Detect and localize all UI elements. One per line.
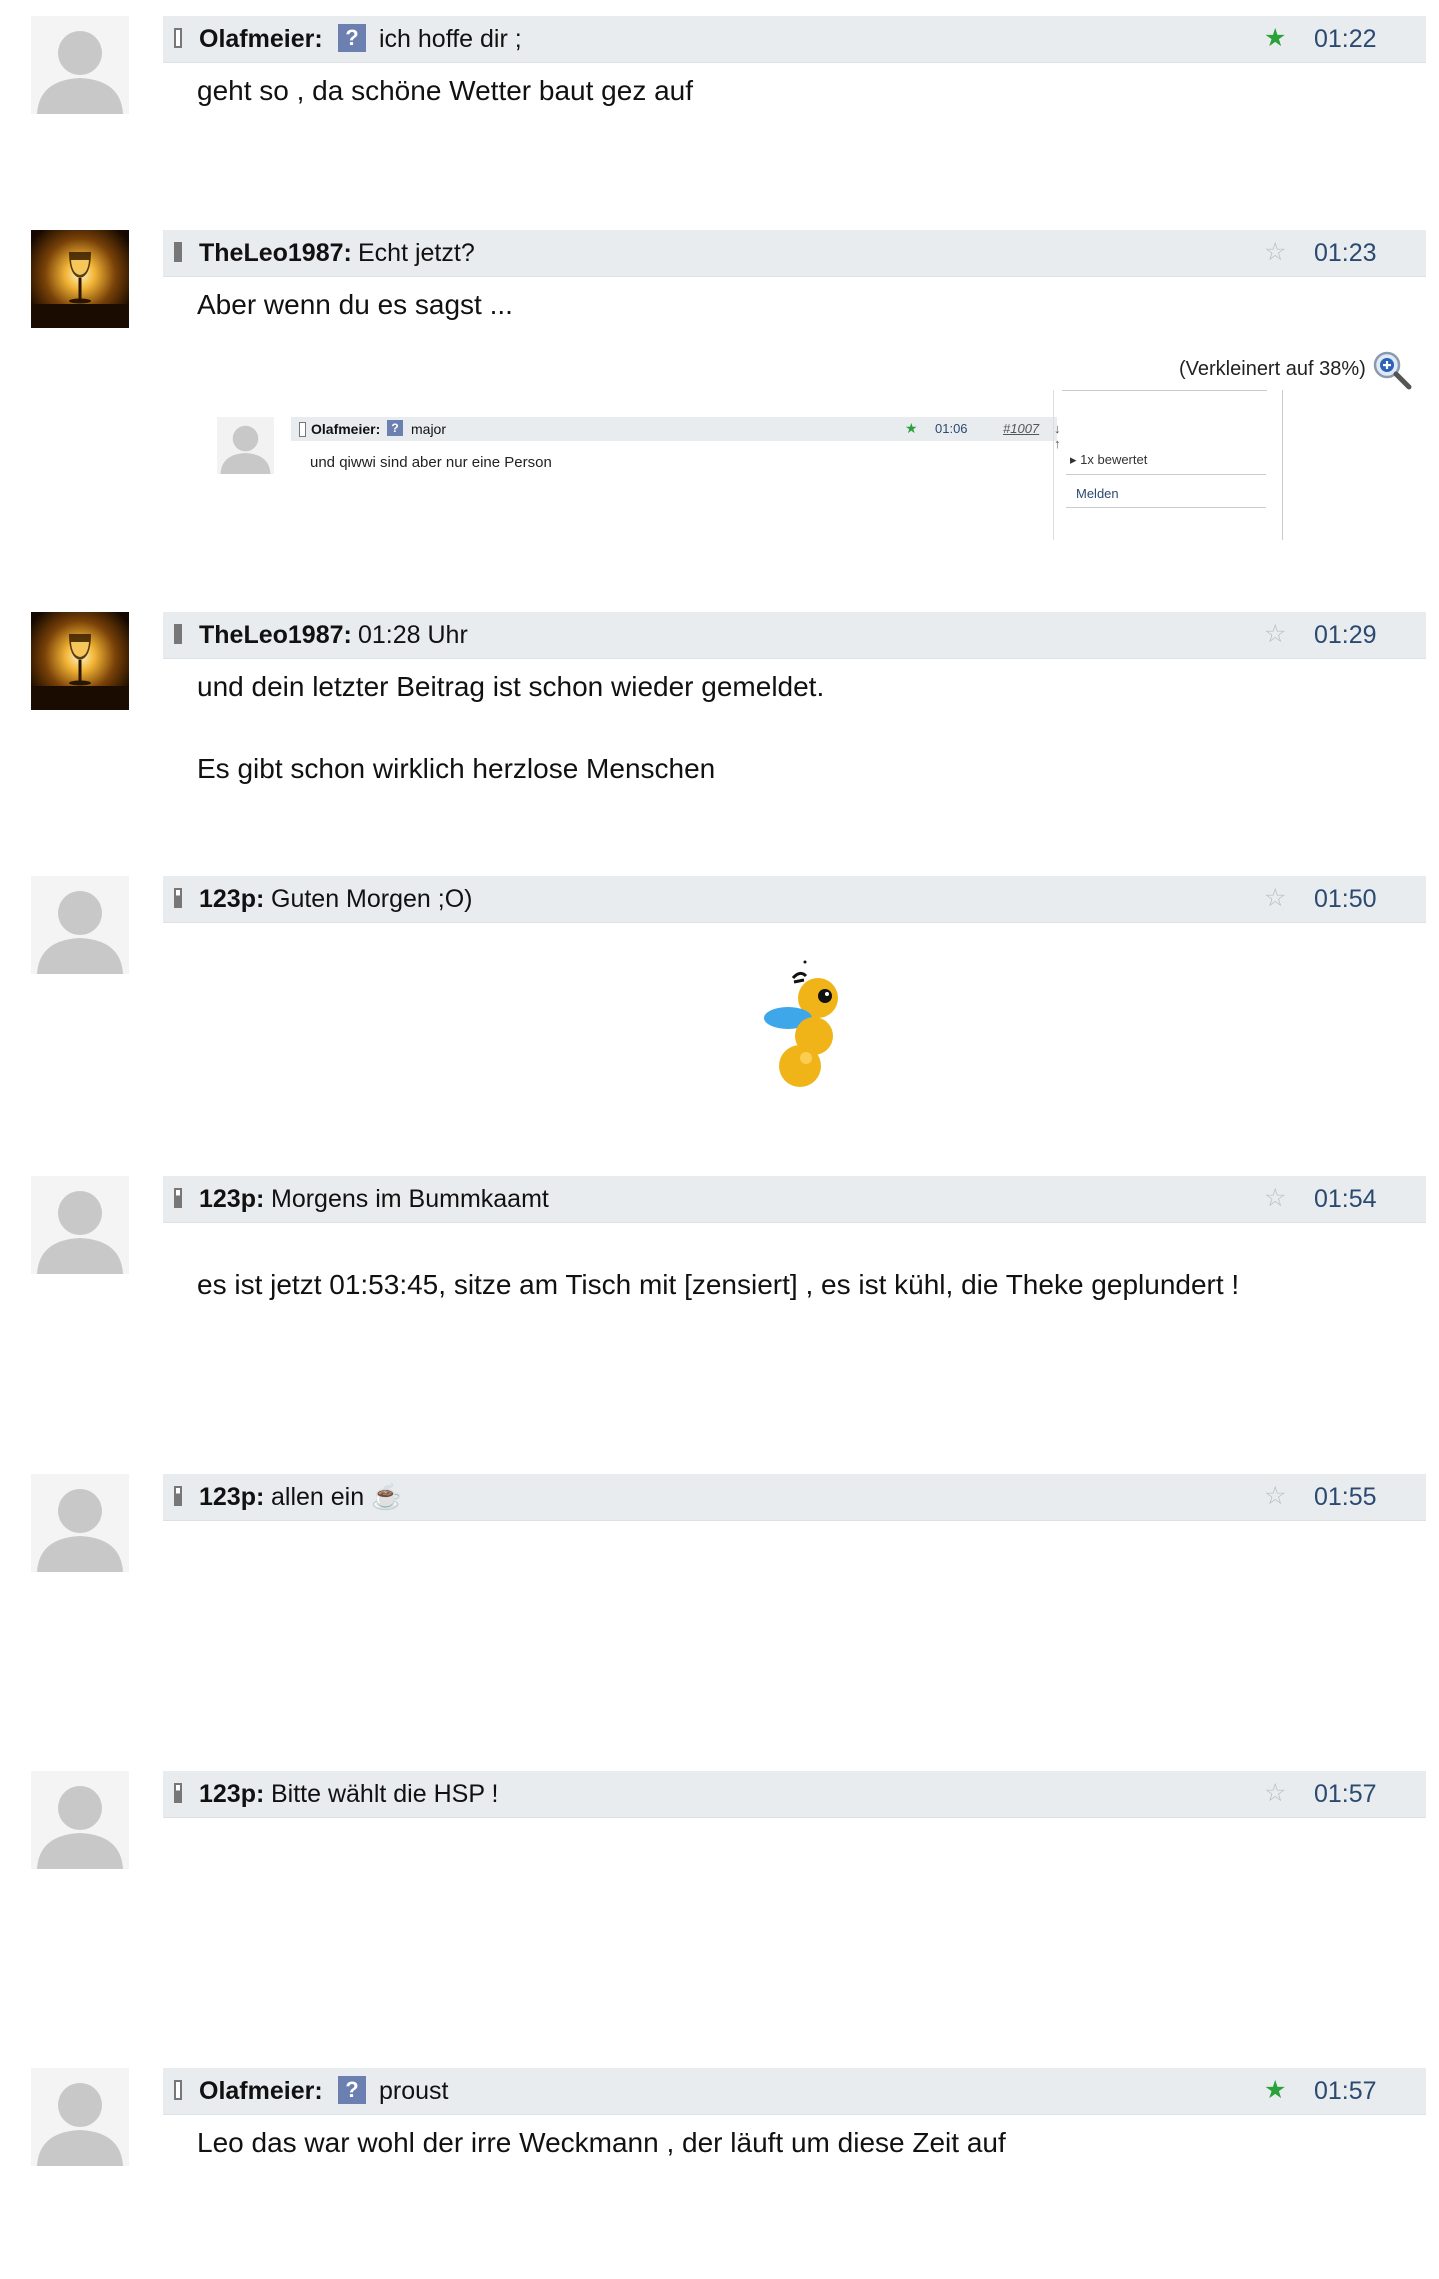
embedded-rating-text: 1x bewertet	[1080, 452, 1148, 467]
post-5: 123p: Morgens im Bummkaamt ☆ 01:54 es is…	[0, 1176, 1439, 1376]
embedded-body: und qiwwi sind aber nur eine Person	[310, 454, 552, 471]
post-header: 123p: Guten Morgen ;O) ☆ 01:50	[163, 876, 1426, 923]
username[interactable]: 123p:	[199, 1484, 264, 1510]
embedded-post-number: #1007	[1003, 421, 1040, 436]
post-header: 123p: Morgens im Bummkaamt ☆ 01:54	[163, 1176, 1426, 1223]
embedded-question-icon: ?	[387, 420, 403, 436]
post-time[interactable]: 01:29	[1314, 622, 1377, 648]
username[interactable]: 123p:	[199, 886, 264, 912]
embedded-divider	[1066, 474, 1266, 475]
star-empty-icon[interactable]: ☆	[1264, 239, 1286, 265]
post-body: es ist jetzt 01:53:45, sitze am Tisch mi…	[197, 1269, 1240, 1300]
post-subject: ich hoffe dir ;	[379, 25, 522, 53]
zoom-note: (Verkleinert auf 38%)	[1179, 358, 1366, 380]
post-body: Leo das war wohl der irre Weckmann , der…	[197, 2127, 1006, 2158]
signal-bar-icon	[174, 1783, 182, 1803]
post-time[interactable]: 01:57	[1314, 1781, 1377, 1807]
username[interactable]: 123p:	[199, 1781, 264, 1807]
post-time[interactable]: 01:22	[1314, 26, 1377, 52]
post-time[interactable]: 01:57	[1314, 2078, 1377, 2104]
embedded-username: Olafmeier:	[311, 421, 381, 437]
username[interactable]: Olafmeier:	[199, 26, 323, 52]
post-subject: Guten Morgen ;O)	[271, 885, 473, 913]
avatar-default-icon[interactable]	[31, 1474, 129, 1572]
avatar-default-icon[interactable]	[31, 1176, 129, 1274]
avatar-default-icon[interactable]	[31, 1771, 129, 1869]
post-subject: 01:28 Uhr	[358, 621, 468, 649]
username[interactable]: Olafmeier:	[199, 2078, 323, 2104]
embedded-star-icon: ★	[905, 420, 918, 436]
post-header: 123p: allen ein ☕ ☆ 01:55	[163, 1474, 1426, 1521]
embedded-time: 01:06	[935, 421, 968, 436]
avatar-default-icon[interactable]	[31, 16, 129, 114]
post-header: TheLeo1987: 01:28 Uhr ☆ 01:29	[163, 612, 1426, 659]
star-empty-icon[interactable]: ☆	[1264, 1780, 1286, 1806]
signal-bar-icon	[174, 624, 182, 644]
signal-bar-icon	[174, 242, 182, 262]
magnifier-plus-icon[interactable]	[1372, 350, 1412, 390]
embedded-divider	[1282, 390, 1283, 540]
username[interactable]: TheLeo1987:	[199, 622, 352, 648]
signal-bar-icon	[174, 888, 182, 908]
post-header: Olafmeier: ? ich hoffe dir ; ★ 01:22	[163, 16, 1426, 63]
post-body: Aber wenn du es sagst ...	[197, 289, 513, 320]
embedded-screenshot: Olafmeier: ? major ★ 01:06 #1007 ↓ ↑ und…	[217, 390, 1287, 550]
star-empty-icon[interactable]: ☆	[1264, 621, 1286, 647]
post-4: 123p: Guten Morgen ;O) ☆ 01:50	[0, 876, 1439, 1116]
star-empty-icon[interactable]: ☆	[1264, 1185, 1286, 1211]
post-subject: proust	[379, 2077, 449, 2105]
embedded-subject: major	[411, 421, 447, 437]
username[interactable]: 123p:	[199, 1186, 264, 1212]
embedded-signal-icon	[299, 422, 306, 437]
post-subject: allen ein ☕	[271, 1483, 403, 1511]
username[interactable]: TheLeo1987:	[199, 240, 352, 266]
post-1: Olafmeier: ? ich hoffe dir ; ★ 01:22 geh…	[0, 16, 1439, 166]
avatar-default-icon[interactable]	[31, 2068, 129, 2166]
embedded-menu: ▸ 1x bewertet Melden	[1053, 390, 1284, 540]
embedded-rating: ▸ 1x bewertet	[1070, 452, 1148, 467]
star-empty-icon[interactable]: ☆	[1264, 885, 1286, 911]
post-time[interactable]: 01:23	[1314, 240, 1377, 266]
avatar-wine-glass-icon[interactable]	[31, 230, 129, 328]
post-body: geht so , da schöne Wetter baut gez auf	[197, 75, 694, 106]
star-rated-icon[interactable]: ★	[1264, 25, 1286, 51]
embedded-divider	[1066, 507, 1266, 508]
avatar-wine-glass-icon[interactable]	[31, 612, 129, 710]
post-time[interactable]: 01:50	[1314, 886, 1377, 912]
post-time[interactable]: 01:54	[1314, 1186, 1377, 1212]
post-6: 123p: allen ein ☕ ☆ 01:55	[0, 1474, 1439, 1674]
post-subject: Bitte wählt die HSP !	[271, 1780, 499, 1808]
embedded-header: Olafmeier: ? major ★ 01:06 #1007 ↓ ↑	[291, 417, 1061, 451]
post-7: 123p: Bitte wählt die HSP ! ☆ 01:57	[0, 1771, 1439, 1971]
avatar-default-icon[interactable]	[31, 876, 129, 974]
post-body: und dein letzter Beitrag ist schon wiede…	[197, 671, 825, 702]
post-subject: Echt jetzt?	[358, 239, 475, 267]
post-body: Es gibt schon wirklich herzlose Menschen	[197, 753, 716, 784]
signal-bar-icon	[174, 28, 182, 48]
bee-smiley-icon	[758, 958, 848, 1098]
embedded-report: Melden	[1076, 486, 1119, 501]
signal-bar-icon	[174, 1486, 182, 1506]
post-header: TheLeo1987: Echt jetzt? ☆ 01:23	[163, 230, 1426, 277]
post-subject: Morgens im Bummkaamt	[271, 1185, 549, 1213]
post-time[interactable]: 01:55	[1314, 1484, 1377, 1510]
embedded-divider	[1062, 390, 1267, 391]
post-header: Olafmeier: ? proust ★ 01:57	[163, 2068, 1426, 2115]
post-header: 123p: Bitte wählt die HSP ! ☆ 01:57	[163, 1771, 1426, 1818]
star-rated-icon[interactable]: ★	[1264, 2077, 1286, 2103]
signal-bar-icon	[174, 2080, 182, 2100]
star-empty-icon[interactable]: ☆	[1264, 1483, 1286, 1509]
question-icon: ?	[338, 2076, 366, 2104]
question-icon: ?	[338, 24, 366, 52]
post-3: TheLeo1987: 01:28 Uhr ☆ 01:29 und dein l…	[0, 612, 1439, 812]
post-2: TheLeo1987: Echt jetzt? ☆ 01:23 Aber wen…	[0, 230, 1439, 560]
signal-bar-icon	[174, 1188, 182, 1208]
embedded-avatar-icon	[217, 417, 274, 474]
post-8: Olafmeier: ? proust ★ 01:57 Leo das war …	[0, 2068, 1439, 2228]
